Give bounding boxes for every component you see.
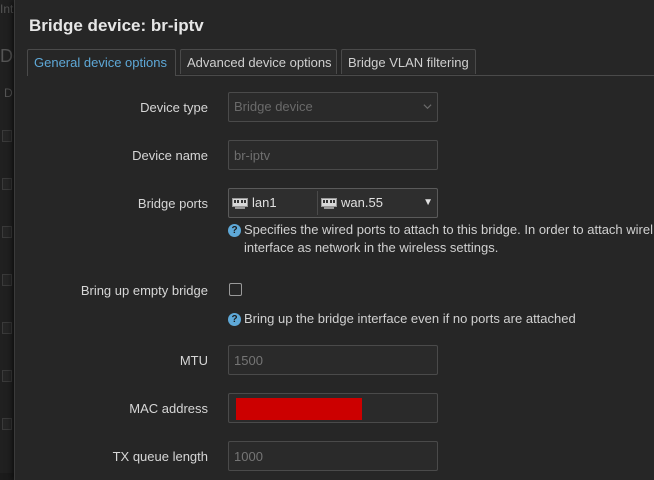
mac-address-label: MAC address: [129, 401, 208, 416]
bridge-ports-help: ? Specifies the wired ports to attach to …: [228, 221, 653, 257]
port-wan55: wan.55: [320, 191, 420, 215]
background-icon: [2, 418, 12, 430]
port-lan1: lan1: [231, 191, 318, 215]
ethernet-port-icon: [321, 197, 337, 209]
background-icon: [2, 322, 12, 334]
mtu-label: MTU: [179, 353, 208, 368]
port-name: lan1: [252, 195, 277, 210]
tab-general-device-options[interactable]: General device options: [27, 49, 176, 76]
device-name-input: [228, 140, 438, 170]
background-icon: [2, 274, 12, 286]
help-icon: ?: [228, 313, 241, 326]
background-text: Int: [0, 2, 14, 16]
empty-bridge-label: Bring up empty bridge: [80, 283, 208, 298]
port-name: wan.55: [341, 195, 383, 210]
background-icon: [2, 130, 12, 142]
bridge-ports-help-text: Specifies the wired ports to attach to t…: [244, 222, 653, 237]
bridge-ports-help-text-2: interface as network in the wireless set…: [244, 240, 499, 255]
empty-bridge-help: ? Bring up the bridge interface even if n…: [228, 310, 576, 328]
background-icon: [2, 370, 12, 382]
dropdown-caret-icon: ▼: [423, 197, 433, 208]
redaction-block: [236, 398, 362, 420]
device-type-label: Device type: [140, 100, 208, 115]
device-name-label: Device name: [132, 148, 208, 163]
background-icon: [2, 226, 12, 238]
tab-advanced-device-options[interactable]: Advanced device options: [180, 49, 337, 74]
mtu-input[interactable]: [228, 345, 438, 375]
background-icon: [2, 178, 12, 190]
chevron-down-icon: [423, 104, 432, 110]
tx-queue-length-input[interactable]: [228, 441, 438, 471]
empty-bridge-checkbox[interactable]: [229, 283, 242, 296]
device-type-select: Bridge device: [228, 92, 438, 122]
tx-queue-length-label: TX queue length: [112, 449, 208, 464]
empty-bridge-help-text: Bring up the bridge interface even if no…: [244, 311, 576, 326]
ethernet-port-icon: [232, 197, 248, 209]
bridge-ports-label: Bridge ports: [137, 196, 208, 211]
dialog-title: Bridge device: br-iptv: [29, 16, 204, 35]
bridge-ports-dropdown[interactable]: lan1 wan.55 ▼: [228, 188, 438, 218]
device-type-value: Bridge device: [234, 99, 313, 114]
background-text: D: [4, 86, 13, 100]
tab-bridge-vlan-filtering[interactable]: Bridge VLAN filtering: [341, 49, 476, 74]
tab-bar: General device options Advanced device o…: [27, 49, 654, 76]
help-icon: ?: [228, 224, 241, 237]
